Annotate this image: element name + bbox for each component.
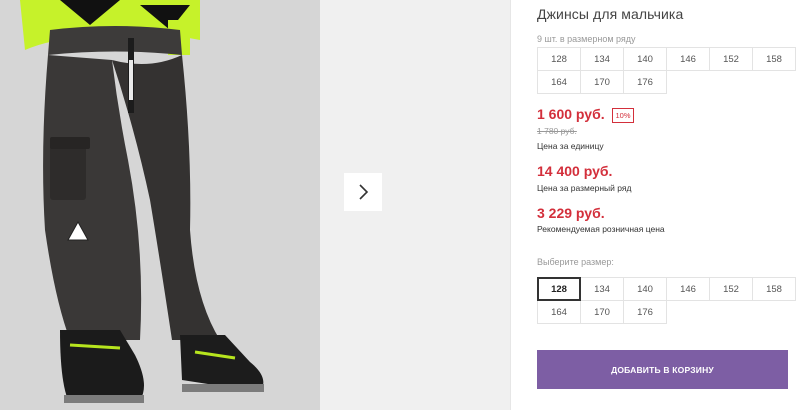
size-row-cell: 158 — [752, 47, 796, 71]
size-row-cell: 140 — [623, 47, 667, 71]
size-select-label: Выберите размер: — [537, 257, 614, 267]
retail-price: 3 229 руб. — [537, 205, 605, 221]
discount-badge: 10% — [612, 108, 634, 123]
size-option[interactable]: 128 — [537, 277, 581, 301]
size-row-cell: 128 — [537, 47, 581, 71]
size-option[interactable]: 140 — [623, 277, 667, 301]
size-row-cell: 170 — [580, 70, 624, 94]
row-price-label: Цена за размерный ряд — [537, 183, 632, 193]
size-row-hint: 9 шт. в размерном ряду — [537, 34, 636, 44]
size-row-cell: 176 — [623, 70, 667, 94]
add-to-cart-button[interactable]: ДОБАВИТЬ В КОРЗИНУ — [537, 350, 788, 389]
size-option[interactable]: 146 — [666, 277, 710, 301]
gallery-next-button[interactable] — [344, 173, 382, 211]
product-gallery — [0, 0, 510, 410]
size-option[interactable]: 170 — [580, 300, 624, 324]
unit-price-label: Цена за единицу — [537, 141, 604, 151]
row-price: 14 400 руб. — [537, 163, 613, 179]
size-select-grid: 128 134 140 146 152 158 164 170 176 — [537, 277, 796, 324]
panel-divider — [510, 0, 511, 410]
retail-price-label: Рекомендуемая розничная цена — [537, 224, 665, 234]
unit-price: 1 600 руб. — [537, 106, 605, 122]
size-option[interactable]: 176 — [623, 300, 667, 324]
size-row-grid: 128 134 140 146 152 158 164 170 176 — [537, 47, 796, 94]
product-photo — [0, 0, 320, 410]
size-row-cell: 152 — [709, 47, 753, 71]
old-price: 1 780 руб. — [537, 126, 577, 136]
chevron-right-icon — [359, 184, 369, 200]
size-row-cell: 164 — [537, 70, 581, 94]
size-option[interactable]: 158 — [752, 277, 796, 301]
product-info-panel: Джинсы для мальчика 9 шт. в размерном ря… — [537, 0, 800, 410]
size-option[interactable]: 164 — [537, 300, 581, 324]
size-row-cell: 134 — [580, 47, 624, 71]
product-title: Джинсы для мальчика — [537, 6, 684, 22]
size-option[interactable]: 134 — [580, 277, 624, 301]
size-row-cell: 146 — [666, 47, 710, 71]
jeans-model-image — [0, 0, 320, 410]
size-option[interactable]: 152 — [709, 277, 753, 301]
